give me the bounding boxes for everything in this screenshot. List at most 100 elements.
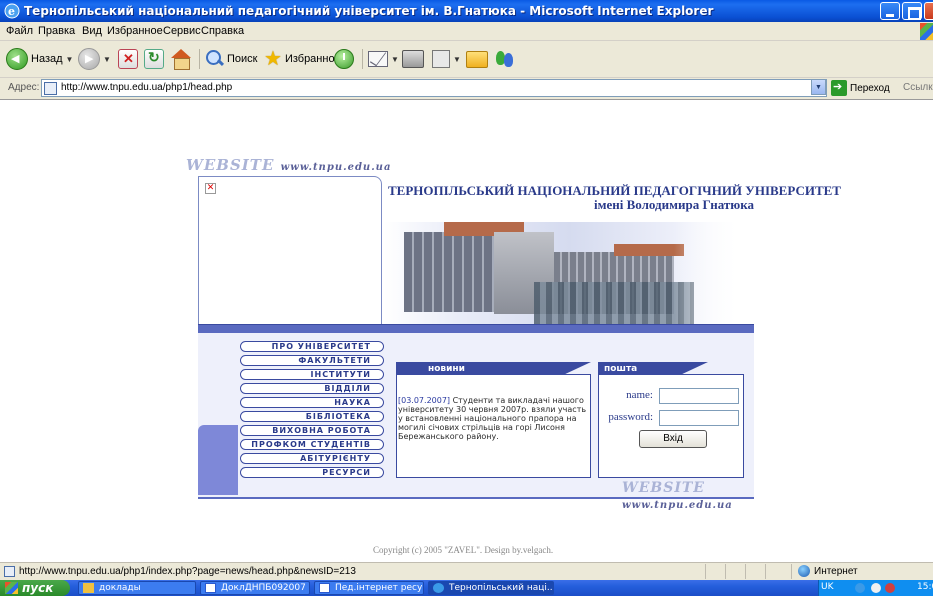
search-icon — [206, 50, 224, 68]
search-button[interactable]: Поиск — [206, 47, 257, 71]
window-title: Тернопільський національний педагогічний… — [24, 4, 714, 18]
browser-window: e Тернопільський національний педагогічн… — [0, 0, 933, 596]
name-label: name: — [626, 389, 653, 401]
ie-icon — [433, 583, 444, 593]
site-frame: WEBSITE www.tnpu.edu.ua ✕ ТЕРНОПІЛЬСЬКИЙ… — [186, 156, 841, 511]
taskbar-item-document[interactable]: Пед.інтернет ресур... — [314, 581, 424, 595]
password-input[interactable] — [659, 410, 739, 426]
nav-student-union[interactable]: ПРОФКОМ СТУДЕНТІВ — [240, 439, 384, 450]
ie-icon: e — [4, 3, 20, 19]
print-button[interactable] — [402, 47, 424, 71]
university-building-photo — [384, 222, 754, 324]
login-button[interactable]: Вхід — [639, 430, 707, 448]
messenger-button[interactable] — [494, 47, 516, 71]
tray-app-icon[interactable] — [885, 583, 895, 593]
chevron-down-icon: ▼ — [103, 54, 111, 64]
logo-word: WEBSITE — [186, 156, 275, 174]
maximize-button[interactable] — [902, 2, 922, 20]
task-label: ДоклДНПБ092007 - ... — [221, 583, 309, 593]
toolbar: Назад ▼ ▼ Поиск ★ Избранное — [0, 41, 933, 78]
nav-institutes[interactable]: ІНСТИТУТИ — [240, 369, 384, 380]
word-icon — [319, 583, 330, 593]
menu-tools[interactable]: Сервис — [163, 25, 201, 37]
stop-icon — [118, 49, 138, 69]
logo-word: WEBSITE — [622, 480, 705, 496]
trees — [534, 282, 694, 324]
page-icon — [44, 82, 57, 95]
status-zone-panel — [791, 564, 933, 579]
nav-about[interactable]: ПРО УНІВЕРСИТЕТ — [240, 341, 384, 352]
security-zone: Интернет — [814, 566, 858, 577]
history-button[interactable] — [334, 47, 354, 71]
history-icon — [334, 49, 354, 69]
copyright: Copyright (c) 2005 "ZAVEL". Design by.ve… — [373, 545, 554, 555]
nav-departments[interactable]: ВІДДІЛИ — [240, 383, 384, 394]
minimize-button[interactable] — [880, 2, 900, 20]
menu-file[interactable]: Файл — [6, 25, 33, 37]
taskbar-item-document[interactable]: ДоклДНПБ092007 - ... — [200, 581, 310, 595]
windows-logo-icon — [5, 582, 18, 594]
close-button[interactable] — [924, 2, 933, 20]
mail-icon — [368, 51, 388, 67]
folder-button[interactable] — [466, 47, 488, 71]
back-button[interactable]: Назад ▼ — [6, 47, 73, 71]
nav-faculties[interactable]: ФАКУЛЬТЕТИ — [240, 355, 384, 366]
go-arrow-icon — [831, 80, 847, 96]
toolbar-separator — [362, 49, 363, 69]
folder-icon — [83, 583, 94, 593]
start-button[interactable]: пуск — [0, 580, 70, 596]
forward-button[interactable]: ▼ — [78, 47, 111, 71]
header-band — [198, 324, 754, 333]
address-url[interactable]: http://www.tnpu.edu.ua/php1/head.php — [61, 82, 232, 93]
go-label: Переход — [850, 82, 890, 94]
status-bar: http://www.tnpu.edu.ua/php1/index.php?pa… — [0, 562, 933, 580]
nav-library[interactable]: БІБЛІОТЕКА — [240, 411, 384, 422]
refresh-button[interactable] — [144, 47, 164, 71]
address-dropdown-button[interactable]: ▼ — [811, 79, 826, 95]
address-label: Адрес: — [8, 82, 40, 93]
star-icon: ★ — [264, 48, 282, 70]
header-image-box: ✕ — [198, 176, 382, 326]
search-label: Поиск — [227, 53, 258, 65]
taskbar-item-browser[interactable]: Тернопільський наці... — [428, 581, 554, 595]
globe-icon — [798, 565, 810, 577]
university-name-line2: імені Володимира Гнатюка — [594, 197, 754, 212]
taskbar-item-folder[interactable]: доклады — [78, 581, 196, 595]
footer-band — [198, 497, 754, 499]
chevron-down-icon: ▼ — [65, 54, 74, 64]
nav-science[interactable]: НАУКА — [240, 397, 384, 408]
nav-applicants[interactable]: АБІТУРІЄНТУ — [240, 453, 384, 464]
svg-text:e: e — [8, 5, 15, 18]
menu-help[interactable]: Справка — [201, 25, 244, 37]
logo-domain: www.tnpu.edu.ua — [280, 162, 392, 173]
nav-resources[interactable]: РЕСУРСИ — [240, 467, 384, 478]
stop-button[interactable] — [118, 47, 138, 71]
edit-button[interactable]: ▼ — [432, 47, 461, 71]
nav-education-work[interactable]: ВИХОВНА РОБОТА — [240, 425, 384, 436]
logo-domain: www.tnpu.edu.ua — [622, 500, 733, 511]
network-icon[interactable] — [855, 583, 865, 593]
task-label: Тернопільський наці... — [449, 583, 554, 593]
menu-favorites[interactable]: Избранное — [107, 25, 163, 37]
status-panel — [725, 564, 745, 579]
news-block: новини [03.07.2007] Студенти та викладач… — [396, 362, 595, 478]
menu-view[interactable]: Вид — [82, 25, 102, 37]
favorites-button[interactable]: ★ Избранное — [264, 47, 341, 71]
folder-icon — [466, 50, 488, 68]
page-content: WEBSITE www.tnpu.edu.ua ✕ ТЕРНОПІЛЬСЬКИЙ… — [0, 99, 933, 562]
language-indicator[interactable]: UK — [821, 582, 834, 592]
go-button[interactable]: Переход — [831, 80, 890, 96]
status-panel — [745, 564, 765, 579]
start-label: пуск — [22, 581, 54, 595]
menu-edit[interactable]: Правка — [38, 25, 75, 37]
task-label: Пед.інтернет ресур... — [335, 583, 423, 593]
mail-button[interactable]: ▼ — [368, 47, 399, 71]
name-input[interactable] — [659, 388, 739, 404]
system-tray: UK 15:0 — [818, 580, 933, 596]
links-button[interactable]: Ссылки — [903, 82, 933, 93]
home-button[interactable] — [170, 47, 192, 71]
news-item[interactable]: [03.07.2007] Студенти та викладачі нашог… — [398, 396, 590, 441]
antivirus-icon[interactable] — [871, 583, 881, 593]
favorites-label: Избранное — [284, 53, 341, 65]
address-input[interactable]: http://www.tnpu.edu.ua/php1/head.php — [41, 79, 827, 97]
